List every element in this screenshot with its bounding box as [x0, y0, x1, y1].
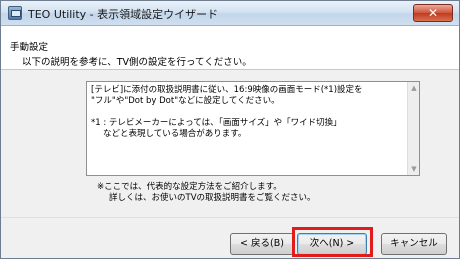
close-button[interactable]: ✕	[413, 4, 453, 22]
vertical-scrollbar[interactable]: ▲ ▼	[407, 82, 419, 175]
note-line: *1 : テレビメーカーによっては、「画面サイズ」や「ワイド切換」	[91, 118, 342, 128]
window-title: TEO Utility - 表示領域設定ウイザード	[28, 8, 219, 21]
footnote-line: 詳しくは、お使いのTVの取扱説明書をご覧ください。	[109, 193, 316, 203]
scroll-up-arrow-icon[interactable]: ▲	[410, 85, 418, 92]
page-header: 手動設定 以下の説明を参考に、TV側の設定を行ってください。	[1, 26, 459, 70]
content-panel: [テレビ]に添付の取扱説明書に従い、16:9映像の画面モード(*1)設定を "フ…	[1, 71, 459, 217]
next-button-highlight	[292, 227, 373, 257]
step-description: 以下の説明を参考に、TV側の設定を行ってください。	[22, 57, 252, 68]
title-bar[interactable]: TEO Utility - 表示領域設定ウイザード ✕	[1, 1, 459, 26]
footnote: ※ここでは、代表的な設定方法をご紹介します。 詳しくは、お使いのTVの取扱説明書…	[97, 182, 316, 204]
scroll-down-arrow-icon[interactable]: ▼	[410, 166, 418, 173]
step-title: 手動設定	[10, 42, 49, 53]
wizard-window: TEO Utility - 表示領域設定ウイザード ✕ 手動設定 以下の説明を参…	[0, 0, 460, 259]
cancel-button[interactable]: キャンセル	[381, 233, 447, 255]
instruction-line: "フル"や"Dot by Dot"などに設定してください。	[91, 96, 280, 106]
note-line: などと表現している場合があります。	[103, 129, 247, 139]
instruction-line: [テレビ]に添付の取扱説明書に従い、16:9映像の画面モード(*1)設定を	[91, 85, 363, 95]
instruction-text: [テレビ]に添付の取扱説明書に従い、16:9映像の画面モード(*1)設定を "フ…	[91, 85, 403, 140]
back-button[interactable]: < 戻る(B)	[230, 233, 294, 255]
app-icon	[8, 6, 22, 20]
instruction-textbox[interactable]: [テレビ]に添付の取扱説明書に従い、16:9映像の画面モード(*1)設定を "フ…	[86, 81, 420, 176]
button-bar: < 戻る(B) 次へ(N) > キャンセル	[1, 217, 459, 258]
footnote-line: ※ここでは、代表的な設定方法をご紹介します。	[97, 182, 282, 192]
